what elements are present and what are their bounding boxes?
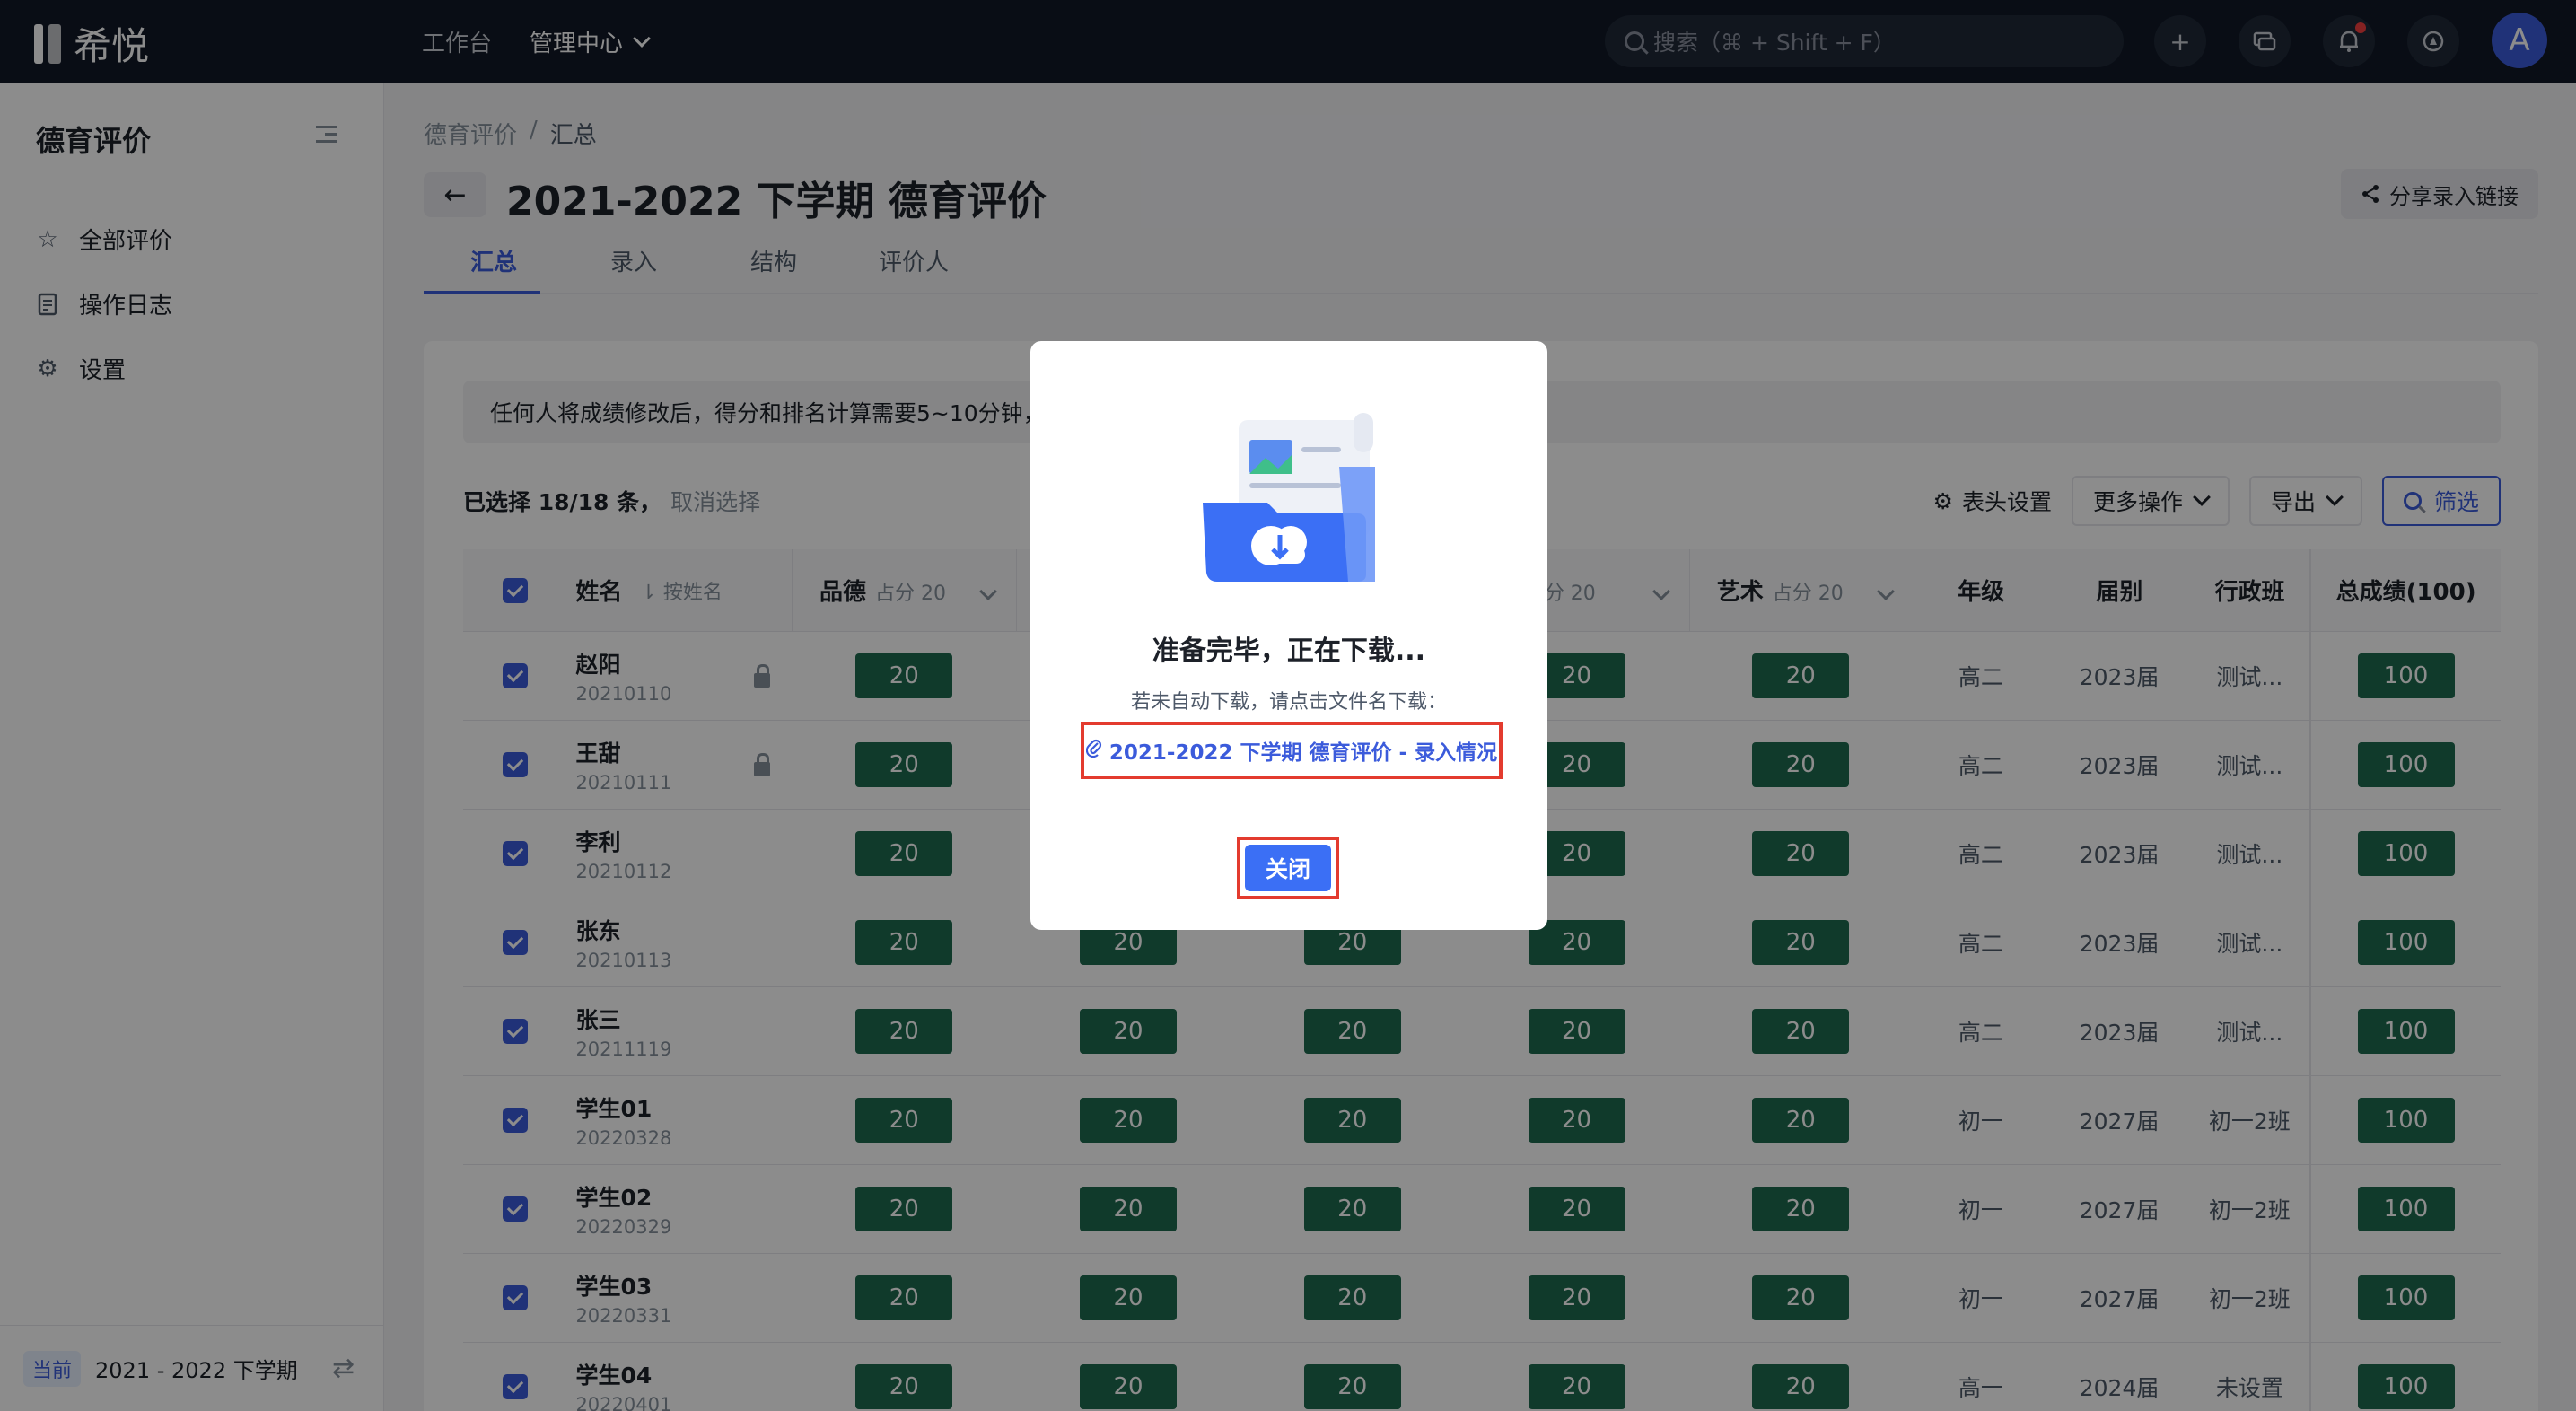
attachment-icon bbox=[1085, 738, 1102, 763]
modal-title: 准备完毕，正在下载... bbox=[1152, 635, 1426, 667]
download-file-link[interactable]: 2021-2022 下学期 德育评价 - 录入情况 bbox=[1081, 722, 1503, 779]
download-folder-illustration-icon bbox=[1203, 413, 1375, 582]
file-name: 2021-2022 下学期 德育评价 - 录入情况 bbox=[1108, 741, 1498, 765]
close-button-highlight: 关闭 bbox=[1237, 837, 1339, 899]
modal-description: 若未自动下载，请点击文件名下载： bbox=[1130, 691, 1447, 714]
close-button[interactable]: 关闭 bbox=[1245, 845, 1331, 891]
download-modal: 准备完毕，正在下载... 若未自动下载，请点击文件名下载： 2021-2022 … bbox=[1030, 341, 1547, 930]
